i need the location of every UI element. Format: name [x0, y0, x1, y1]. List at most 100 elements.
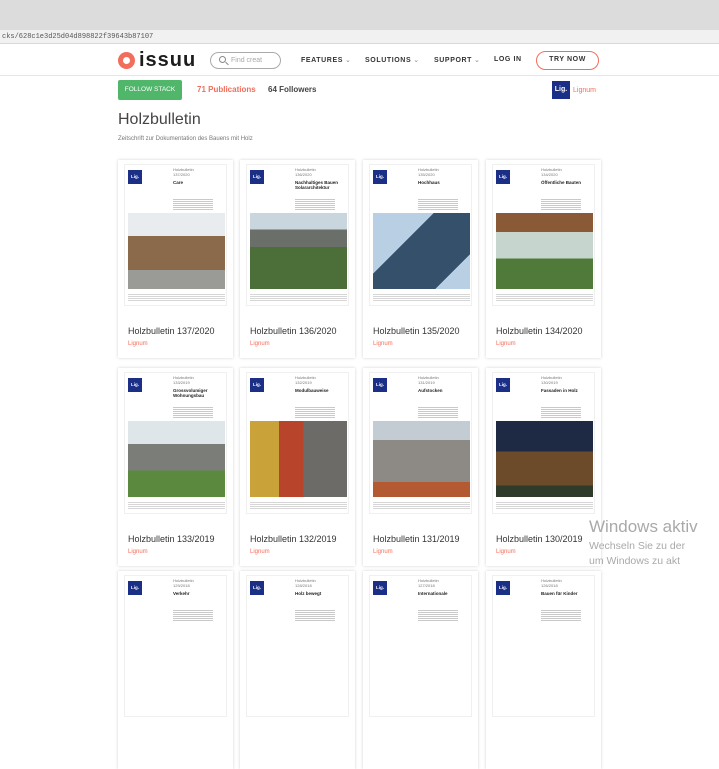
cover-logo: Lig. [373, 378, 387, 392]
publication-card[interactable]: Lig. Holzbulletin 135/2020 Hochhaus Holzbul… [363, 160, 478, 358]
cover-title: Verkehr [173, 591, 190, 596]
cover-title: Aufstocken [418, 388, 443, 393]
search-placeholder: Find creat [231, 57, 263, 64]
publication-title[interactable]: Holzbulletin 136/2020 [250, 326, 337, 336]
chevron-down-icon: ⌄ [474, 57, 481, 64]
publication-cover[interactable]: Lig. Holzbulletin 135/2020 Hochhaus [369, 164, 472, 306]
watermark-line-1: Windows aktiv [589, 517, 698, 536]
publication-title[interactable]: Holzbulletin 131/2019 [373, 534, 460, 544]
cover-footer-text [373, 293, 470, 302]
cover-photo [128, 213, 225, 289]
publication-cover[interactable]: Lig. Holzbulletin 128/2018 Holz bewegt [246, 575, 349, 717]
issuu-logo[interactable]: issuu [118, 50, 196, 70]
publication-card[interactable]: Lig. Holzbulletin 137/2020 Care Holzbulleti… [118, 160, 233, 358]
publication-card[interactable]: Lig. Holzbulletin 133/2019 Grossvolumiger … [118, 368, 233, 566]
cover-title: Modulbauweise [295, 388, 329, 393]
cover-photo [373, 421, 470, 497]
publication-card[interactable]: Lig. Holzbulletin 134/2020 Öffentliche Bau… [486, 160, 601, 358]
watermark-line-3: um Windows zu akt [589, 555, 681, 567]
cover-logo: Lig. [496, 170, 510, 184]
publication-owner-link[interactable]: Lignum [496, 341, 516, 347]
publication-title[interactable]: Holzbulletin 132/2019 [250, 534, 337, 544]
publication-owner-link[interactable]: Lignum [250, 549, 270, 555]
nav-features[interactable]: FEATURES ⌄ [301, 56, 351, 64]
nav-solutions[interactable]: SOLUTIONS ⌄ [365, 56, 420, 64]
nav-solutions-label: SOLUTIONS [365, 57, 412, 64]
publications-count[interactable]: 71 Publications [197, 85, 256, 94]
cover-series: Holzbulletin 127/2018 [418, 578, 439, 588]
cover-title: Öffentliche Bauten [541, 180, 582, 185]
publication-owner-link[interactable]: Lignum [373, 341, 393, 347]
publication-cover[interactable]: Lig. Holzbulletin 136/2020 Nachhaltiges Ba… [246, 164, 349, 306]
publication-title[interactable]: Holzbulletin 133/2019 [128, 534, 215, 544]
nav-support[interactable]: SUPPORT ⌄ [434, 56, 481, 64]
browser-tabbar [0, 0, 719, 30]
publication-card[interactable]: Lig. Holzbulletin 128/2018 Holz bewegt [240, 571, 355, 769]
publication-title[interactable]: Holzbulletin 135/2020 [373, 326, 460, 336]
login-link[interactable]: LOG IN [494, 56, 522, 63]
publication-cover[interactable]: Lig. Holzbulletin 129/2018 Verkehr [124, 575, 227, 717]
cover-logo: Lig. [128, 581, 142, 595]
publication-cover[interactable]: Lig. Holzbulletin 127/2018 Internationale [369, 575, 472, 717]
publication-title[interactable]: Holzbulletin 130/2019 [496, 534, 583, 544]
search-input[interactable]: Find creat [210, 52, 281, 69]
cover-title: Care [173, 180, 184, 185]
cover-text-lines [418, 406, 458, 418]
cover-series: Holzbulletin 132/2019 [295, 375, 316, 385]
cover-series: Holzbulletin 128/2018 [295, 578, 316, 588]
publication-owner-link[interactable]: Lignum [128, 341, 148, 347]
cover-logo: Lig. [250, 378, 264, 392]
page-subtitle: Zeitschrift zur Dokumentation des Bauens… [118, 136, 253, 142]
cover-text-lines [418, 198, 458, 210]
publication-owner-link[interactable]: Lignum [373, 549, 393, 555]
page-title: Holzbulletin [118, 111, 201, 128]
publication-card[interactable]: Lig. Holzbulletin 129/2018 Verkehr [118, 571, 233, 769]
publication-card[interactable]: Lig. Holzbulletin 131/2019 Aufstocken Holzb… [363, 368, 478, 566]
cover-text-lines [173, 198, 213, 210]
cover-series: Holzbulletin 130/2019 [541, 375, 562, 385]
cover-series: Holzbulletin 129/2018 [173, 578, 194, 588]
publication-card[interactable]: Lig. Holzbulletin 136/2020 Nachhaltiges Ba… [240, 160, 355, 358]
publication-owner-link[interactable]: Lignum [250, 341, 270, 347]
cover-photo [496, 213, 593, 289]
watermark-line-2: Wechseln Sie zu der [589, 540, 686, 552]
publication-cover[interactable]: Lig. Holzbulletin 133/2019 Grossvolumiger … [124, 372, 227, 514]
publication-cover[interactable]: Lig. Holzbulletin 137/2020 Care [124, 164, 227, 306]
publication-cover[interactable]: Lig. Holzbulletin 126/2018 Bauen für Kinde… [492, 575, 595, 717]
nav-features-label: FEATURES [301, 57, 344, 64]
publication-title[interactable]: Holzbulletin 134/2020 [496, 326, 583, 336]
publication-card[interactable]: Lig. Holzbulletin 126/2018 Bauen für Kinde… [486, 571, 601, 769]
cover-footer-text [250, 501, 347, 510]
cover-logo: Lig. [250, 581, 264, 595]
publication-title[interactable]: Holzbulletin 137/2020 [128, 326, 215, 336]
cover-series: Holzbulletin 133/2019 [173, 375, 194, 385]
stack-owner[interactable]: Lig. Lignum [552, 81, 596, 99]
cover-photo [496, 421, 593, 497]
publication-cover[interactable]: Lig. Holzbulletin 134/2020 Öffentliche Bau… [492, 164, 595, 306]
publication-cover[interactable]: Lig. Holzbulletin 132/2019 Modulbauweise [246, 372, 349, 514]
publication-owner-link[interactable]: Lignum [496, 549, 516, 555]
cover-logo: Lig. [250, 170, 264, 184]
cover-photo [128, 421, 225, 497]
chevron-down-icon: ⌄ [345, 57, 352, 64]
publication-cover[interactable]: Lig. Holzbulletin 130/2019 Fassaden in Hol… [492, 372, 595, 514]
try-now-button[interactable]: TRY NOW [536, 51, 599, 70]
publication-cover[interactable]: Lig. Holzbulletin 131/2019 Aufstocken [369, 372, 472, 514]
publication-owner-link[interactable]: Lignum [128, 549, 148, 555]
cover-title: Grossvolumiger Wohnungsbau [173, 388, 208, 398]
cover-footer-text [128, 293, 225, 302]
cover-text-lines [295, 198, 335, 210]
address-bar[interactable]: cks/628c1e3d25d04d898822f39643b87107 [0, 30, 719, 44]
cover-title: Fassaden in Holz [541, 388, 578, 393]
cover-text-lines [541, 406, 581, 418]
cover-footer-text [496, 293, 593, 302]
publication-card[interactable]: Lig. Holzbulletin 132/2019 Modulbauweise Ho… [240, 368, 355, 566]
publication-card[interactable]: Lig. Holzbulletin 127/2018 Internationale [363, 571, 478, 769]
cover-footer-text [250, 293, 347, 302]
publication-card[interactable]: Lig. Holzbulletin 130/2019 Fassaden in Hol… [486, 368, 601, 566]
cover-footer-text [373, 501, 470, 510]
follow-stack-button[interactable]: FOLLOW STACK [118, 80, 182, 100]
cover-photo [250, 213, 347, 289]
cover-title: Hochhaus [418, 180, 440, 185]
nav-support-label: SUPPORT [434, 57, 473, 64]
